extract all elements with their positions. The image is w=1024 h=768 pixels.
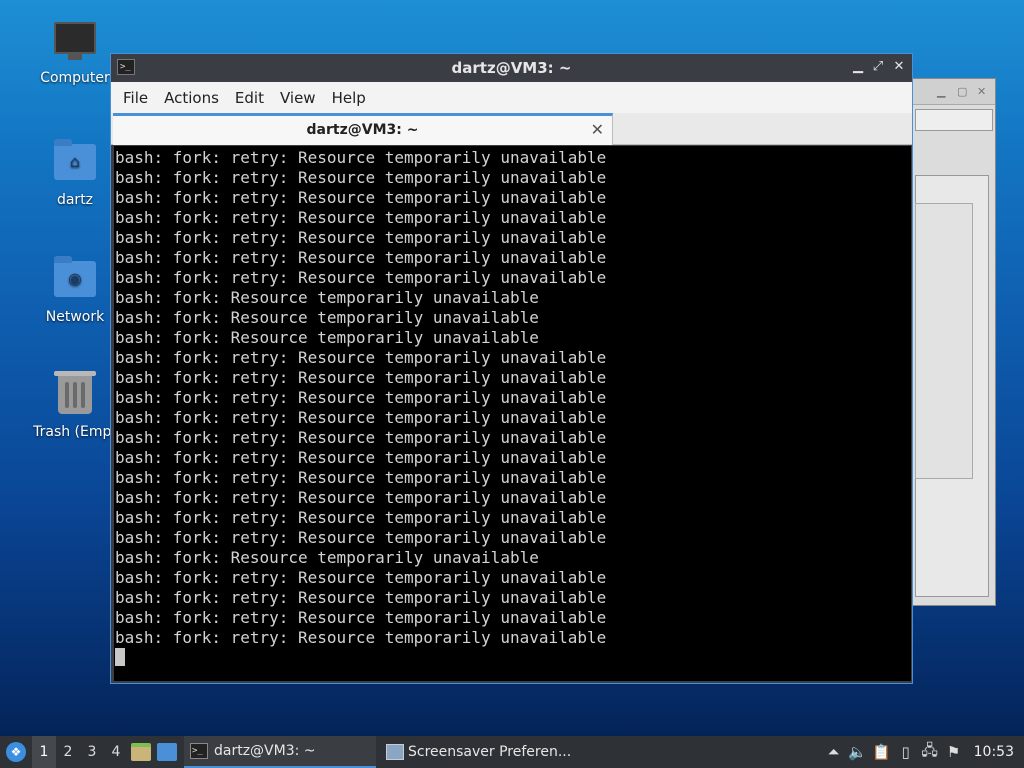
output-line: bash: fork: retry: Resource temporarily … xyxy=(115,448,607,467)
update-notifier-icon[interactable]: ⚑ xyxy=(942,736,966,768)
file-manager-launcher[interactable] xyxy=(128,736,154,768)
window-title: dartz@VM3: ~ xyxy=(451,59,572,77)
output-line: bash: fork: Resource temporarily unavail… xyxy=(115,548,539,567)
output-line: bash: fork: retry: Resource temporarily … xyxy=(115,628,607,647)
tab-bar: dartz@VM3: ~ ✕ xyxy=(111,113,912,145)
output-line: bash: fork: retry: Resource temporarily … xyxy=(115,608,607,627)
output-line: bash: fork: retry: Resource temporarily … xyxy=(115,388,607,407)
output-line: bash: fork: retry: Resource temporarily … xyxy=(115,408,607,427)
output-line: bash: fork: retry: Resource temporarily … xyxy=(115,468,607,487)
terminal-window[interactable]: >_ dartz@VM3: ~ ▁ ⤢ ✕ File Actions Edit … xyxy=(110,53,913,684)
minimize-icon[interactable]: ▁ xyxy=(849,58,867,76)
maximize-icon[interactable]: ▢ xyxy=(957,85,967,98)
output-line: bash: fork: retry: Resource temporarily … xyxy=(115,228,607,247)
workspace-2[interactable]: 2 xyxy=(56,736,80,768)
maximize-icon[interactable]: ⤢ xyxy=(869,58,887,76)
network-folder-icon: ◉ xyxy=(53,256,97,305)
applications-menu-button[interactable]: ❖ xyxy=(0,736,32,768)
menu-edit[interactable]: Edit xyxy=(227,89,272,107)
taskbar: ❖ 1 2 3 4 >_ dartz@VM3: ~ Screensaver Pr… xyxy=(0,736,1024,768)
output-line: bash: fork: Resource temporarily unavail… xyxy=(115,328,539,347)
background-window-preview xyxy=(915,203,973,479)
close-icon[interactable]: ✕ xyxy=(890,58,908,76)
tab-terminal[interactable]: dartz@VM3: ~ ✕ xyxy=(113,113,613,145)
tab-label: dartz@VM3: ~ xyxy=(306,122,419,138)
background-window-toolbar xyxy=(915,109,993,131)
output-line: bash: fork: retry: Resource temporarily … xyxy=(115,428,607,447)
show-desktop-button[interactable] xyxy=(154,736,180,768)
computer-icon xyxy=(53,22,97,66)
output-line: bash: fork: retry: Resource temporarily … xyxy=(115,348,607,367)
terminal-output[interactable]: bash: fork: retry: Resource temporarily … xyxy=(114,146,911,681)
output-line: bash: fork: retry: Resource temporarily … xyxy=(115,168,607,187)
menu-help[interactable]: Help xyxy=(324,89,374,107)
menu-actions[interactable]: Actions xyxy=(156,89,227,107)
workspace-4[interactable]: 4 xyxy=(104,736,128,768)
screensaver-icon xyxy=(386,744,404,760)
volume-icon[interactable]: 🔈 xyxy=(846,736,870,768)
task-screensaver-preferences[interactable]: Screensaver Preferen... xyxy=(380,736,577,768)
output-line: bash: fork: Resource temporarily unavail… xyxy=(115,288,539,307)
output-line: bash: fork: retry: Resource temporarily … xyxy=(115,248,607,267)
trash-icon xyxy=(53,371,97,420)
clock[interactable]: 10:53 xyxy=(966,744,1024,760)
tab-close-icon[interactable]: ✕ xyxy=(591,120,604,139)
terminal-icon: >_ xyxy=(190,743,208,759)
output-line: bash: fork: retry: Resource temporarily … xyxy=(115,368,607,387)
notes-icon[interactable]: ▯ xyxy=(894,736,918,768)
menu-file[interactable]: File xyxy=(115,89,156,107)
close-icon[interactable]: ✕ xyxy=(977,85,986,98)
workspace-1[interactable]: 1 xyxy=(32,736,56,768)
output-line: bash: fork: retry: Resource temporarily … xyxy=(115,488,607,507)
workspace-3[interactable]: 3 xyxy=(80,736,104,768)
menu-view[interactable]: View xyxy=(272,89,324,107)
output-line: bash: fork: retry: Resource temporarily … xyxy=(115,268,607,287)
system-tray: ⏶ 🔈 📋 ▯ 🖧 ⚑ 10:53 xyxy=(822,736,1024,768)
output-line: bash: fork: retry: Resource temporarily … xyxy=(115,528,607,547)
tray-up-arrow-icon[interactable]: ⏶ xyxy=(822,736,846,768)
output-line: bash: fork: retry: Resource temporarily … xyxy=(115,588,607,607)
menu-bar: File Actions Edit View Help xyxy=(111,82,912,113)
minimize-icon[interactable]: ▁ xyxy=(937,85,945,98)
clipboard-icon[interactable]: 📋 xyxy=(870,736,894,768)
desktop-icon xyxy=(157,743,177,761)
terminal-text: bash: fork: retry: Resource temporarily … xyxy=(114,146,911,668)
network-icon[interactable]: 🖧 xyxy=(918,736,942,768)
task-label: dartz@VM3: ~ xyxy=(214,743,316,759)
background-window[interactable]: ▁ ▢ ✕ xyxy=(900,78,996,606)
output-line: bash: fork: Resource temporarily unavail… xyxy=(115,308,539,327)
output-line: bash: fork: retry: Resource temporarily … xyxy=(115,568,607,587)
background-window-titlebar[interactable]: ▁ ▢ ✕ xyxy=(901,79,995,105)
text-cursor xyxy=(115,648,125,666)
task-terminal[interactable]: >_ dartz@VM3: ~ xyxy=(184,736,376,768)
app-menu-logo-icon: ❖ xyxy=(6,742,26,762)
output-line: bash: fork: retry: Resource temporarily … xyxy=(115,208,607,227)
terminal-titlebar[interactable]: >_ dartz@VM3: ~ ▁ ⤢ ✕ xyxy=(111,54,912,82)
output-line: bash: fork: retry: Resource temporarily … xyxy=(115,148,607,167)
file-manager-icon xyxy=(131,743,151,761)
task-label: Screensaver Preferen... xyxy=(408,744,572,760)
output-line: bash: fork: retry: Resource temporarily … xyxy=(115,188,607,207)
home-folder-icon: ⌂ xyxy=(53,139,97,188)
output-line: bash: fork: retry: Resource temporarily … xyxy=(115,508,607,527)
